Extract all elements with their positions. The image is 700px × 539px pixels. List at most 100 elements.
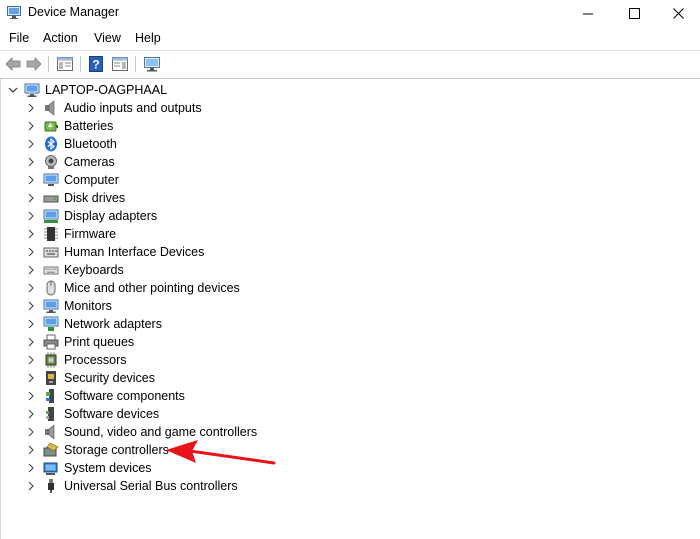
chevron-right-icon[interactable]: [26, 283, 36, 293]
close-button[interactable]: [656, 0, 700, 26]
minimize-icon: [582, 13, 593, 14]
storage-controller-icon: [43, 442, 59, 457]
chevron-right-icon[interactable]: [26, 193, 36, 203]
bluetooth-icon: [45, 136, 57, 152]
device-category-label: Monitors: [64, 299, 112, 313]
show-hide-console-tree-button[interactable]: [56, 55, 74, 73]
maximize-icon: [628, 7, 640, 19]
svg-text:?: ?: [92, 58, 99, 72]
title-bar: Device Manager: [0, 0, 700, 26]
device-category-label: Processors: [64, 353, 127, 367]
minimize-button[interactable]: [565, 0, 611, 26]
device-category-item[interactable]: System devices: [1, 459, 691, 477]
device-category-label: Disk drives: [64, 191, 126, 205]
device-category-item[interactable]: Display adapters: [1, 207, 691, 225]
toolbar-separator: [48, 56, 49, 72]
menu-help[interactable]: Help: [135, 31, 161, 45]
device-category-label: Sound, video and game controllers: [64, 425, 258, 439]
device-category-label: Universal Serial Bus controllers: [64, 479, 238, 493]
printer-icon: [43, 334, 59, 350]
device-category-label: Computer: [64, 173, 119, 187]
back-button[interactable]: [4, 55, 22, 73]
device-manager-app-icon: [7, 6, 21, 19]
chevron-right-icon[interactable]: [26, 175, 36, 185]
chevron-right-icon[interactable]: [26, 481, 36, 491]
device-category-label: Security devices: [64, 371, 156, 385]
device-category-item[interactable]: Mice and other pointing devices: [1, 279, 691, 297]
speaker-icon: [45, 100, 55, 116]
device-category-label: Firmware: [64, 227, 117, 241]
firmware-icon: [44, 227, 58, 241]
chevron-right-icon[interactable]: [26, 355, 36, 365]
system-device-icon: [43, 462, 58, 475]
chevron-right-icon[interactable]: [26, 265, 36, 275]
help-button[interactable]: ?: [87, 55, 105, 73]
chevron-right-icon[interactable]: [26, 103, 36, 113]
device-category-item[interactable]: Sound, video and game controllers: [1, 423, 691, 441]
disk-drive-icon: [43, 195, 59, 203]
software-component-icon: [46, 389, 54, 403]
device-category-item[interactable]: Monitors: [1, 297, 691, 315]
window-title: Device Manager: [28, 5, 120, 19]
hid-icon: [43, 247, 59, 258]
device-category-item[interactable]: Bluetooth: [1, 135, 691, 153]
device-category-item[interactable]: Software components: [1, 387, 691, 405]
device-category-label: Software devices: [64, 407, 160, 421]
close-icon: [672, 7, 684, 19]
sound-controller-icon: [45, 424, 55, 440]
computer-icon: [43, 173, 59, 186]
device-category-label: Keyboards: [64, 263, 124, 277]
maximize-button[interactable]: [611, 0, 657, 26]
chevron-right-icon[interactable]: [26, 139, 36, 149]
forward-arrow-icon: [26, 57, 42, 71]
properties-view-button[interactable]: [111, 55, 129, 73]
chevron-right-icon[interactable]: [26, 337, 36, 347]
tree-root-node[interactable]: LAPTOP-OAGPHAAL: [1, 81, 691, 99]
chevron-right-icon[interactable]: [26, 373, 36, 383]
chevron-right-icon[interactable]: [26, 301, 36, 311]
device-category-label: Bluetooth: [64, 137, 117, 151]
menu-action[interactable]: Action: [43, 31, 78, 45]
device-category-item[interactable]: Storage controllers: [1, 441, 691, 459]
toolbar-separator: [135, 56, 136, 72]
chevron-right-icon[interactable]: [26, 409, 36, 419]
chevron-right-icon[interactable]: [26, 247, 36, 257]
device-category-label: Display adapters: [64, 209, 158, 223]
device-category-label: Mice and other pointing devices: [64, 281, 240, 295]
device-category-item[interactable]: Security devices: [1, 369, 691, 387]
menu-file[interactable]: File: [9, 31, 29, 45]
device-category-item[interactable]: Disk drives: [1, 189, 691, 207]
device-category-item[interactable]: Batteries: [1, 117, 691, 135]
chevron-right-icon[interactable]: [26, 463, 36, 473]
device-category-item[interactable]: Software devices: [1, 405, 691, 423]
menu-view[interactable]: View: [94, 31, 121, 45]
menu-bar: File Action View Help: [0, 27, 700, 49]
software-device-icon: [46, 407, 54, 421]
device-category-item[interactable]: Firmware: [1, 225, 691, 243]
device-category-item[interactable]: Audio inputs and outputs: [1, 99, 691, 117]
chevron-right-icon[interactable]: [26, 211, 36, 221]
chevron-down-icon[interactable]: [8, 85, 18, 95]
device-category-item[interactable]: Network adapters: [1, 315, 691, 333]
device-category-item[interactable]: Print queues: [1, 333, 691, 351]
device-category-label: Network adapters: [64, 317, 162, 331]
annotation-arrow: [166, 440, 276, 465]
display-adapter-icon: [43, 209, 59, 223]
device-category-item[interactable]: Processors: [1, 351, 691, 369]
device-category-item[interactable]: Keyboards: [1, 261, 691, 279]
chevron-right-icon[interactable]: [26, 229, 36, 239]
monitor-icon: [43, 299, 59, 313]
device-category-item[interactable]: Universal Serial Bus controllers: [1, 477, 691, 495]
scan-hardware-button[interactable]: [143, 55, 161, 73]
chevron-right-icon[interactable]: [26, 427, 36, 437]
chevron-right-icon[interactable]: [26, 157, 36, 167]
device-category-item[interactable]: Human Interface Devices: [1, 243, 691, 261]
forward-button[interactable]: [25, 55, 43, 73]
chevron-right-icon[interactable]: [26, 445, 36, 455]
device-category-label: Cameras: [64, 155, 115, 169]
device-category-item[interactable]: Computer: [1, 171, 691, 189]
device-category-item[interactable]: Cameras: [1, 153, 691, 171]
chevron-right-icon[interactable]: [26, 121, 36, 131]
chevron-right-icon[interactable]: [26, 319, 36, 329]
chevron-right-icon[interactable]: [26, 391, 36, 401]
